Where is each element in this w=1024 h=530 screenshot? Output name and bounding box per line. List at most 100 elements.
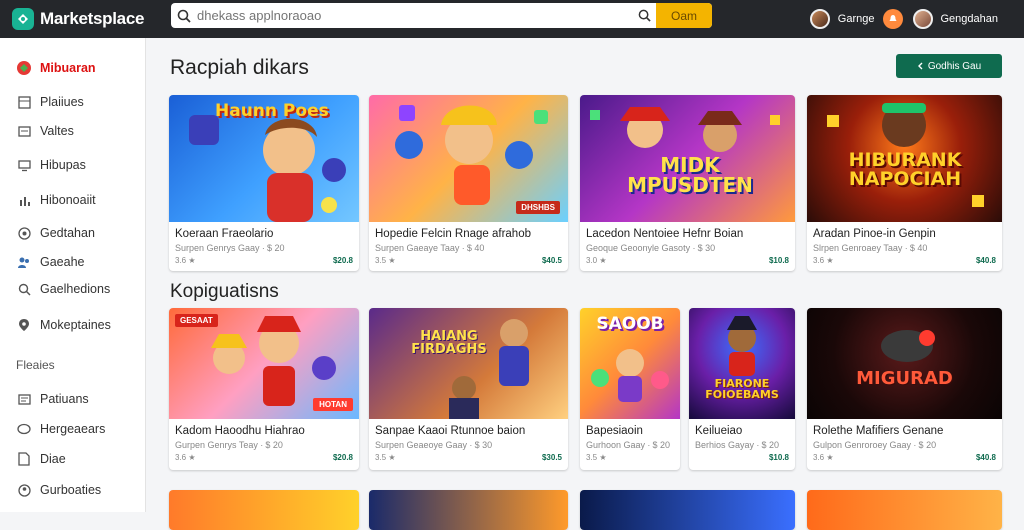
game-thumbnail: Haunn Poes bbox=[169, 95, 359, 222]
game-price: $40.5 bbox=[541, 256, 562, 265]
game-badge: DHSHBS bbox=[516, 201, 560, 214]
wallet-icon bbox=[16, 123, 32, 139]
game-art-title: SAOOB bbox=[596, 314, 664, 334]
game-card[interactable]: MIDK MPUSDTEN Lacedon Nentoiee Hefnr Boi… bbox=[580, 95, 795, 271]
search-icon bbox=[171, 9, 197, 23]
game-art bbox=[727, 316, 757, 376]
view-all-button[interactable]: Godhis Gau bbox=[896, 54, 1002, 78]
game-card-partial[interactable] bbox=[580, 490, 795, 530]
profile-avatar[interactable] bbox=[912, 9, 933, 29]
game-card[interactable]: FIARONE FOIOEBAMS Keilueiao Berhios Gaya… bbox=[689, 308, 795, 470]
sidebar-section-title: Fleaies bbox=[16, 358, 55, 372]
game-thumbnail: FIARONE FOIOEBAMS bbox=[689, 308, 795, 419]
sidebar-item-label: Gedtahan bbox=[40, 226, 95, 240]
game-art-title: MIGURAD bbox=[856, 368, 953, 389]
logo[interactable]: Marketsplace bbox=[12, 8, 162, 30]
game-subtitle: Gurpen Genrys Teay ∙ $ 20 bbox=[175, 440, 283, 450]
sidebar-item-valtes[interactable]: Valtes bbox=[16, 123, 74, 139]
game-card[interactable]: HIBURANK NAPOCIAH Aradan Pinoe-in Genpin… bbox=[807, 95, 1002, 271]
game-title: Sanpae Kaaoi Rtunnoe baion bbox=[375, 425, 526, 437]
game-price: $40.8 bbox=[975, 453, 996, 462]
profile-name[interactable]: Gengdahan bbox=[941, 13, 999, 25]
sidebar-item-label: Hergeaears bbox=[40, 422, 106, 436]
sidebar-item-gurboaties[interactable]: Gurboaties bbox=[16, 482, 101, 498]
notification-icon[interactable] bbox=[882, 9, 903, 29]
game-card[interactable]: Haunn Poes Koeraan Fraeolario Surpen Gen… bbox=[169, 95, 359, 271]
user-area: Garnge Gengdahan bbox=[809, 0, 1006, 38]
monitor-icon bbox=[16, 157, 32, 173]
sidebar-item-label: Diae bbox=[40, 452, 66, 466]
game-rating: 3.6 ★ bbox=[813, 256, 834, 265]
game-rating: 3.6 ★ bbox=[813, 453, 834, 462]
game-title: Kadom Haoodhu Hiahrao bbox=[175, 425, 305, 437]
sidebar-item-label: Mokeptaines bbox=[40, 318, 111, 332]
game-card[interactable]: SAOOB Bapesiaoin Gurhoon Gaay ∙ $ 20 3.5… bbox=[580, 308, 680, 470]
game-card[interactable]: GESAAT HOTAN Kadom Haoodhu Hiahrao Gurpe… bbox=[169, 308, 359, 470]
game-subtitle: Gurhoon Gaay ∙ $ 20 bbox=[586, 440, 671, 450]
game-art-title: Haunn Poes bbox=[215, 101, 329, 121]
game-card[interactable]: HAIANG FIRDAGHS Sanpae Kaaoi Rtunnoe bai… bbox=[369, 308, 568, 470]
game-price: $20.8 bbox=[332, 256, 353, 265]
sidebar-item-gaeahe[interactable]: Gaeahe bbox=[16, 254, 84, 270]
search-input[interactable] bbox=[197, 8, 632, 23]
sidebar-item-label: Hibonoaiit bbox=[40, 193, 96, 207]
game-art-title: HAIANG FIRDAGHS bbox=[411, 329, 487, 357]
sidebar-item-label: Gaeahe bbox=[40, 255, 85, 269]
game-art bbox=[881, 330, 935, 362]
game-rating: 3.6 ★ bbox=[175, 453, 196, 462]
user-name[interactable]: Garnge bbox=[838, 13, 875, 25]
sidebar-item-gedtahan[interactable]: Gedtahan bbox=[16, 225, 95, 241]
search-icon bbox=[16, 281, 32, 297]
search-bar: Oam bbox=[171, 3, 712, 28]
sidebar-item-gaelhedions[interactable]: Gaelhedions bbox=[16, 281, 110, 297]
sidebar-item-hibonoaiit[interactable]: Hibonoaiit bbox=[16, 192, 96, 208]
game-thumbnail: MIDK MPUSDTEN bbox=[580, 95, 795, 222]
game-subtitle: Berhios Gayay ∙ $ 20 bbox=[695, 440, 780, 450]
game-price: $10.8 bbox=[768, 256, 789, 265]
game-card-partial[interactable] bbox=[369, 490, 568, 530]
game-subtitle: Gulpon Genroroey Gaay ∙ $ 20 bbox=[813, 440, 937, 450]
sidebar-item-label: Mibuaran bbox=[40, 61, 96, 75]
game-thumbnail: DHSHBS bbox=[369, 95, 568, 222]
game-title: Hopedie Felcin Rnage afrahob bbox=[375, 228, 531, 240]
avatar[interactable] bbox=[809, 9, 830, 29]
game-rating: 3.5 ★ bbox=[375, 453, 396, 462]
game-card-partial[interactable] bbox=[169, 490, 359, 530]
tag-icon bbox=[16, 391, 32, 407]
sidebar-item-plaiiues[interactable]: Plaiiues bbox=[16, 94, 84, 110]
sidebar-item-label: Valtes bbox=[40, 124, 74, 138]
chevron-left-icon bbox=[917, 62, 923, 70]
target-icon bbox=[16, 225, 32, 241]
game-card[interactable]: MIGURAD Rolethe Mafifiers Genane Gulpon … bbox=[807, 308, 1002, 470]
game-price: $30.5 bbox=[541, 453, 562, 462]
location-icon bbox=[16, 317, 32, 333]
game-thumbnail: HIBURANK NAPOCIAH bbox=[807, 95, 1002, 222]
game-subtitle: Surpen Gaeaye Taay ∙ $ 40 bbox=[375, 243, 485, 253]
sidebar-item-mokeptaines[interactable]: Mokeptaines bbox=[16, 317, 111, 333]
game-thumbnail: HAIANG FIRDAGHS bbox=[369, 308, 568, 419]
view-all-label: Godhis Gau bbox=[927, 60, 982, 72]
game-art-title: FIARONE FOIOEBAMS bbox=[705, 377, 779, 401]
game-thumbnail: SAOOB bbox=[580, 308, 680, 419]
sidebar-item-hergeaears[interactable]: Hergeaears bbox=[16, 421, 105, 437]
sidebar-item-diae[interactable]: Diae bbox=[16, 451, 66, 467]
sidebar-item-hibupas[interactable]: Hibupas bbox=[16, 157, 86, 173]
game-price: $20.8 bbox=[332, 453, 353, 462]
game-title: Aradan Pinoe-in Genpin bbox=[813, 228, 936, 240]
user-icon bbox=[16, 482, 32, 498]
sidebar-item-mibuaran[interactable]: Mibuaran bbox=[16, 60, 96, 76]
game-rating: 3.5 ★ bbox=[586, 453, 607, 462]
game-thumbnail: GESAAT HOTAN bbox=[169, 308, 359, 419]
game-rating: 3.0 ★ bbox=[586, 256, 607, 265]
game-title: Bapesiaoin bbox=[586, 425, 643, 437]
game-title: Lacedon Nentoiee Hefnr Boian bbox=[586, 228, 744, 240]
grid-icon bbox=[16, 94, 32, 110]
game-card-partial[interactable] bbox=[807, 490, 1002, 530]
game-art-title: MIDK MPUSDTEN bbox=[627, 153, 753, 197]
magnifier-icon[interactable] bbox=[632, 9, 656, 22]
search-button[interactable]: Oam bbox=[656, 3, 712, 28]
sidebar-item-patiuans[interactable]: Patiuans bbox=[16, 391, 89, 407]
chat-icon bbox=[16, 421, 32, 437]
game-price: $40.8 bbox=[975, 256, 996, 265]
game-card[interactable]: DHSHBS Hopedie Felcin Rnage afrahob Surp… bbox=[369, 95, 568, 271]
